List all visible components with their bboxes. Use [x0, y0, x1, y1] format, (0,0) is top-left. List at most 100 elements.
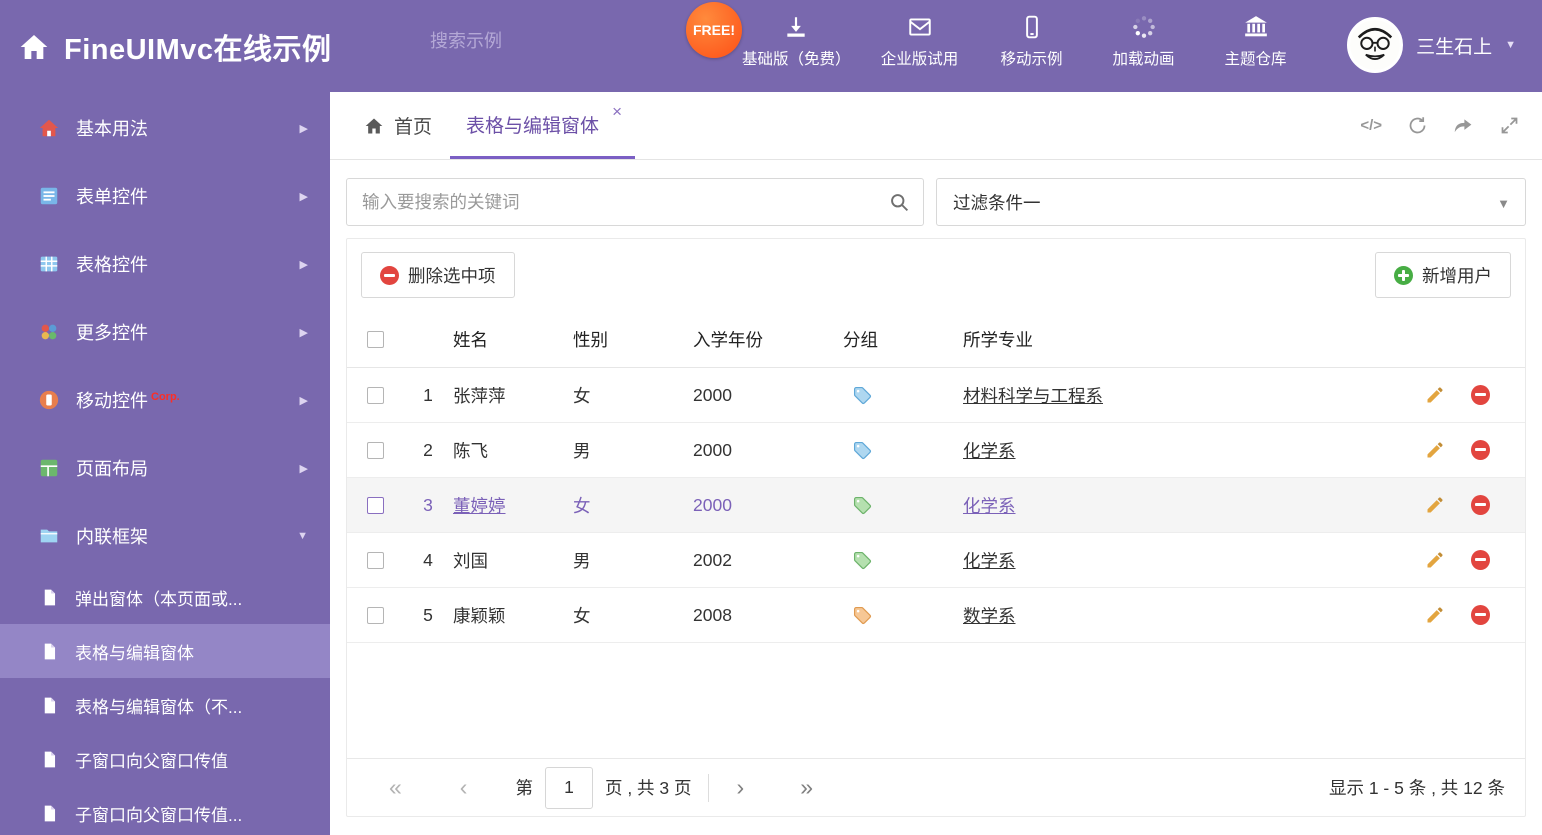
tag-icon: [853, 441, 871, 459]
table-row[interactable]: 4 刘国 男 2002 化学系: [347, 533, 1525, 588]
table-row[interactable]: 5 康颖颖 女 2008 数学系: [347, 588, 1525, 643]
spinner-icon: [1132, 16, 1155, 38]
major-link[interactable]: 材料科学与工程系: [963, 386, 1103, 406]
nav-enterprise-trial[interactable]: 企业版试用: [877, 14, 963, 69]
sidebar-subitem-label: 弹出窗体（本页面或...: [75, 589, 243, 609]
envelope-icon: [908, 18, 931, 36]
search-icon[interactable]: [889, 192, 910, 213]
table-row[interactable]: 3 董婷婷 女 2000 化学系: [347, 478, 1525, 533]
page-number-input[interactable]: [544, 766, 593, 809]
sidebar-subitem-grid-edit-window-2[interactable]: 表格与编辑窗体（不...: [0, 678, 330, 732]
column-year: 入学年份: [693, 329, 763, 350]
forward-icon[interactable]: [1453, 115, 1474, 136]
tab-home[interactable]: 首页: [346, 92, 450, 159]
nav-loading-animation[interactable]: 加载动画: [1101, 14, 1187, 69]
code-icon[interactable]: </>: [1360, 117, 1382, 134]
chevron-right-icon: ▶: [299, 462, 308, 475]
table-header-row: 姓名 性别 入学年份 分组 所学专业: [347, 311, 1525, 368]
logo[interactable]: FineUIMvc在线示例: [18, 26, 332, 68]
sidebar-subitem-popup-window[interactable]: 弹出窗体（本页面或...: [0, 570, 330, 624]
nav-mobile-demo[interactable]: 移动示例: [989, 14, 1075, 69]
sidebar-item-grid[interactable]: 表格控件 ▶: [0, 230, 330, 298]
major-link[interactable]: 化学系: [963, 496, 1016, 516]
sidebar-item-label: 基本用法: [76, 119, 148, 139]
minus-circle-icon: [380, 265, 399, 285]
nav-label: 移动示例: [1000, 51, 1063, 68]
chevron-right-icon: ▶: [299, 394, 308, 407]
delete-row-icon[interactable]: [1471, 605, 1490, 625]
row-checkbox[interactable]: [366, 386, 384, 404]
close-icon[interactable]: ×: [612, 103, 622, 120]
form-icon: [40, 187, 58, 205]
row-index: 2: [423, 439, 433, 460]
filter-dropdown-value: 过滤条件一: [953, 192, 1041, 213]
sidebar-item-more[interactable]: 更多控件 ▶: [0, 298, 330, 366]
first-page-icon[interactable]: «: [389, 776, 402, 799]
delete-row-icon[interactable]: [1471, 440, 1490, 460]
table-row[interactable]: 1 张萍萍 女 2000 材料科学与工程系: [347, 368, 1525, 423]
delete-row-icon[interactable]: [1471, 385, 1490, 405]
edit-pencil-icon[interactable]: [1425, 550, 1445, 570]
edit-pencil-icon[interactable]: [1425, 440, 1445, 460]
nav-basic-edition[interactable]: 基础版（免费）: [742, 14, 851, 69]
tab-bar: 首页 表格与编辑窗体 × </>: [330, 92, 1542, 160]
tag-icon: [853, 606, 871, 624]
nav-theme-repo[interactable]: 主题仓库: [1213, 14, 1299, 69]
delete-row-icon[interactable]: [1471, 495, 1490, 515]
tab-grid-edit-window[interactable]: 表格与编辑窗体 ×: [450, 92, 636, 159]
sidebar-subitem-label: 子窗口向父窗口传值...: [75, 805, 243, 825]
header-nav: 基础版（免费） 企业版试用 移动示例 加载动画 主题仓库: [742, 14, 1299, 69]
username: 三生石上: [1416, 36, 1493, 58]
major-link[interactable]: 化学系: [963, 551, 1016, 571]
select-all-checkbox[interactable]: [366, 330, 384, 348]
delete-row-icon[interactable]: [1471, 550, 1490, 570]
header-search-input[interactable]: [430, 30, 662, 52]
refresh-icon[interactable]: [1407, 115, 1428, 136]
keyword-search-input[interactable]: [347, 179, 923, 225]
sidebar-item-label: 更多控件: [76, 323, 148, 343]
next-page-icon[interactable]: ›: [737, 776, 745, 799]
major-link[interactable]: 数学系: [963, 606, 1016, 626]
avatar: [1347, 17, 1404, 73]
edit-pencil-icon[interactable]: [1425, 385, 1445, 405]
row-checkbox[interactable]: [366, 606, 384, 624]
chevron-right-icon: ▶: [299, 326, 308, 339]
sidebar-item-basic[interactable]: 基本用法 ▶: [0, 94, 330, 162]
sidebar-item-label: 表单控件: [76, 187, 148, 207]
last-page-icon[interactable]: »: [800, 776, 813, 799]
delete-selected-button[interactable]: 删除选中项: [361, 252, 515, 298]
tab-label: 首页: [394, 117, 433, 138]
sidebar-subitem-label: 表格与编辑窗体: [75, 643, 194, 663]
column-name: 姓名: [453, 329, 488, 350]
table-row[interactable]: 2 陈飞 男 2000 化学系: [347, 423, 1525, 478]
row-checkbox[interactable]: [366, 441, 384, 459]
add-user-button[interactable]: 新增用户: [1375, 252, 1511, 298]
column-gender: 性别: [573, 329, 608, 350]
sidebar-subitem-grid-edit-window[interactable]: 表格与编辑窗体: [0, 624, 330, 678]
row-checkbox[interactable]: [366, 496, 384, 514]
sidebar-item-layout[interactable]: 页面布局 ▶: [0, 434, 330, 502]
filter-dropdown[interactable]: 过滤条件一 ▼: [936, 178, 1526, 226]
sidebar-item-mobile[interactable]: 移动控件 Corp. ▶: [0, 366, 330, 434]
cell-year: 2002: [693, 549, 732, 570]
row-checkbox[interactable]: [366, 551, 384, 569]
sidebar-subitem-child-to-parent-2[interactable]: 子窗口向父窗口传值...: [0, 786, 330, 835]
cell-name: 陈飞: [453, 440, 488, 461]
expand-icon[interactable]: [1499, 115, 1520, 136]
chevron-right-icon: ▶: [299, 258, 308, 271]
nav-label: 企业版试用: [880, 51, 959, 68]
edit-pencil-icon[interactable]: [1425, 495, 1445, 515]
sidebar-subitem-child-to-parent[interactable]: 子窗口向父窗口传值: [0, 732, 330, 786]
pagination: « ‹ 第 页 , 共 3 页 › » 显示 1 - 5 条 , 共 12 条: [347, 758, 1525, 816]
user-menu[interactable]: 三生石上 ▼: [1347, 17, 1516, 73]
prev-page-icon[interactable]: ‹: [460, 776, 468, 799]
sidebar-item-form[interactable]: 表单控件 ▶: [0, 162, 330, 230]
sidebar-item-iframe[interactable]: 内联框架 ▼: [0, 502, 330, 570]
sidebar-subitem-label: 子窗口向父窗口传值: [75, 751, 228, 771]
mobile-icon: [1025, 15, 1038, 39]
content: 过滤条件一 ▼ 删除选中项 新增用户: [330, 160, 1542, 835]
major-link[interactable]: 化学系: [963, 441, 1016, 461]
tab-tools: </>: [1360, 92, 1520, 159]
edit-pencil-icon[interactable]: [1425, 605, 1445, 625]
tag-icon: [853, 386, 871, 404]
